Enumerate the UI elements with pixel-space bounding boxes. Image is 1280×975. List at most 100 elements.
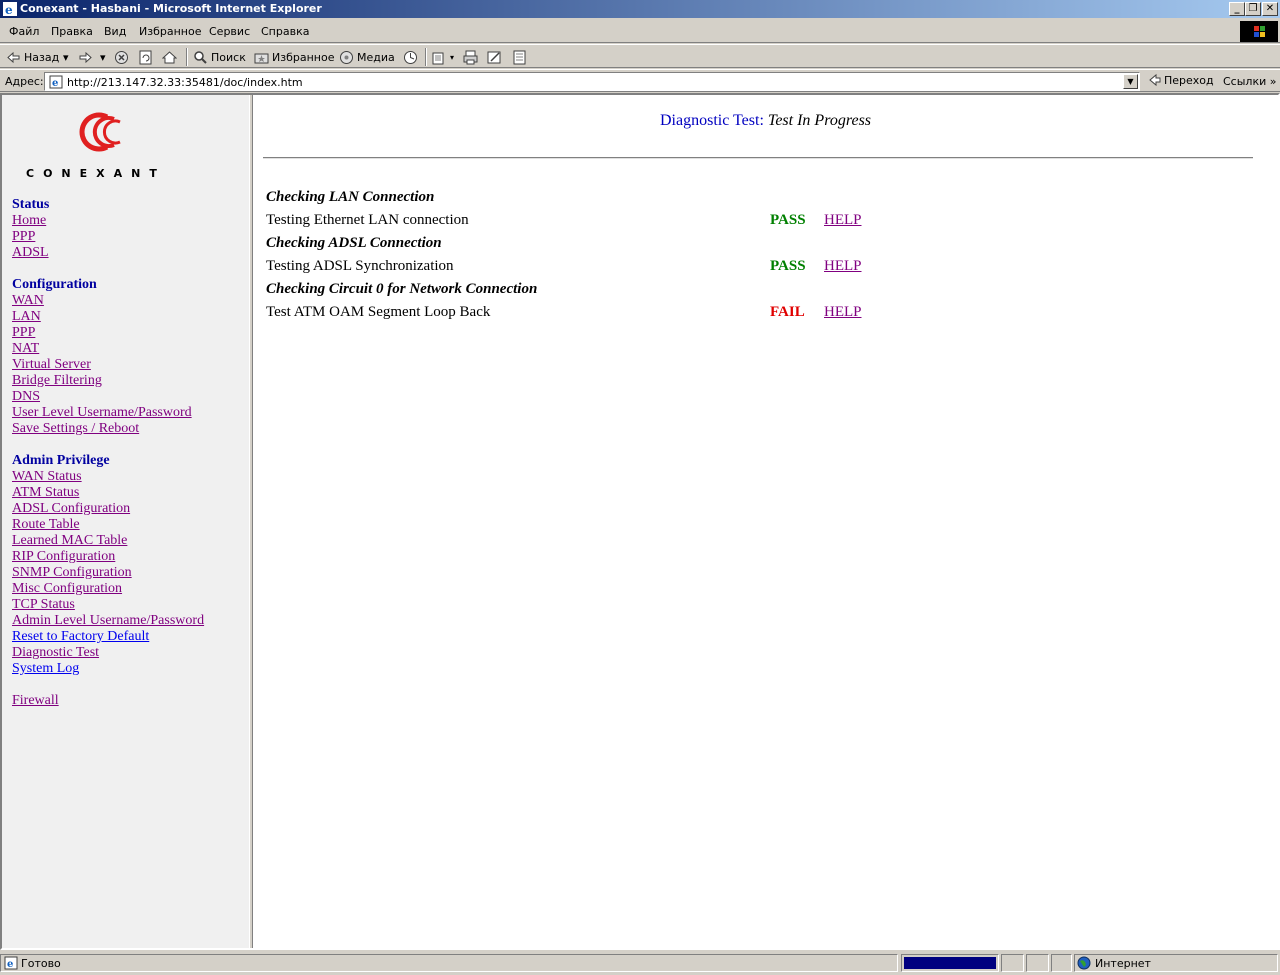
nav-admin-diagnostic-test[interactable]: Diagnostic Test <box>12 645 99 661</box>
nav-status-ppp[interactable]: PPP <box>12 229 35 245</box>
help-link-adsl[interactable]: HELP <box>824 258 862 275</box>
discuss-icon <box>513 50 526 64</box>
menu-edit[interactable]: Правка <box>51 25 93 38</box>
minimize-button[interactable]: _ <box>1229 2 1245 16</box>
progress-bar <box>904 957 996 969</box>
links-button[interactable]: Ссылки » <box>1223 75 1276 88</box>
status-bar: e Готово Интернет <box>0 951 1280 975</box>
nav-config-lan[interactable]: LAN <box>12 309 41 325</box>
test-result-adsl: PASS <box>770 258 806 274</box>
status-panel <box>1001 954 1024 972</box>
back-button[interactable]: Назад <box>6 49 59 65</box>
go-arrow-icon <box>1149 73 1161 87</box>
menu-help[interactable]: Справка <box>261 25 309 38</box>
toolbar-separator <box>425 48 427 66</box>
help-link-lan[interactable]: HELP <box>824 212 862 229</box>
address-url: http://213.147.32.33:35481/doc/index.htm <box>67 76 303 89</box>
forward-arrow-icon <box>79 51 92 63</box>
address-bar: Адрес: e http://213.147.32.33:35481/doc/… <box>0 69 1280 92</box>
internet-explorer-icon: e <box>3 2 17 16</box>
help-link-atm-oam[interactable]: HELP <box>824 304 862 321</box>
discuss-button[interactable] <box>512 49 527 65</box>
nav-admin-route-table[interactable]: Route Table <box>12 517 80 533</box>
menu-bar: Файл Правка Вид Избранное Сервис Справка <box>0 20 1280 43</box>
nav-config-ppp[interactable]: PPP <box>12 325 35 341</box>
toolbar-separator <box>186 48 188 66</box>
nav-admin-wan-status[interactable]: WAN Status <box>12 469 82 485</box>
conexant-logo <box>79 112 121 152</box>
nav-config-save-reboot[interactable]: Save Settings / Reboot <box>12 421 139 437</box>
favorites-label: Избранное <box>272 50 335 64</box>
address-input[interactable]: e http://213.147.32.33:35481/doc/index.h… <box>44 72 1140 91</box>
nav-status-adsl[interactable]: ADSL <box>12 245 49 261</box>
back-dropdown-icon[interactable]: ▾ <box>63 49 69 65</box>
nav-admin-snmp-configuration[interactable]: SNMP Configuration <box>12 565 132 581</box>
edit-button[interactable] <box>487 49 502 65</box>
mail-icon <box>432 52 444 64</box>
nav-admin-factory-reset[interactable]: Reset to Factory Default <box>12 629 149 645</box>
page-title: Diagnostic Test: Test In Progress <box>253 112 1278 130</box>
search-button[interactable]: Поиск <box>193 49 246 65</box>
test-result-atm-oam: FAIL <box>770 304 805 320</box>
forward-dropdown-icon[interactable]: ▾ <box>100 49 106 65</box>
refresh-icon <box>139 50 152 64</box>
main-frame: Diagnostic Test: Test In Progress Checki… <box>253 95 1278 948</box>
test-name-lan: Testing Ethernet LAN connection <box>266 212 469 228</box>
menu-favorites[interactable]: Избранное <box>139 25 201 38</box>
media-icon <box>340 50 353 64</box>
media-label: Медиа <box>357 50 395 64</box>
browser-content: CONEXANT Status Home PPP ADSL Configurat… <box>0 93 1280 950</box>
nav-admin-tcp-status[interactable]: TCP Status <box>12 597 75 613</box>
nav-config-bridge-filtering[interactable]: Bridge Filtering <box>12 373 102 389</box>
nav-admin-mac-table[interactable]: Learned MAC Table <box>12 533 127 549</box>
address-dropdown-icon[interactable]: ▼ <box>1123 74 1138 89</box>
history-button[interactable] <box>403 49 418 65</box>
mail-dropdown-icon: ▾ <box>450 52 455 62</box>
stop-button[interactable] <box>114 49 129 65</box>
menu-view[interactable]: Вид <box>104 25 126 38</box>
chevron-right-icon: » <box>1269 75 1277 88</box>
nav-config-user-password[interactable]: User Level Username/Password <box>12 405 192 421</box>
print-button[interactable] <box>463 49 478 65</box>
test-name-atm-oam: Test ATM OAM Segment Loop Back <box>266 304 491 320</box>
window-title: Conexant - Hasbani - Microsoft Internet … <box>20 2 322 15</box>
search-label: Поиск <box>211 50 246 64</box>
menu-file[interactable]: Файл <box>9 25 39 38</box>
home-button[interactable] <box>162 49 177 65</box>
zone-text: Интернет <box>1095 957 1151 970</box>
favorites-button[interactable]: Избранное <box>254 49 334 65</box>
sidebar-frame: CONEXANT Status Home PPP ADSL Configurat… <box>2 95 249 948</box>
test-result-lan: PASS <box>770 212 806 228</box>
nav-admin-system-log[interactable]: System Log <box>12 661 79 677</box>
nav-admin-admin-password[interactable]: Admin Level Username/Password <box>12 613 204 629</box>
forward-button[interactable] <box>78 49 93 65</box>
nav-firewall[interactable]: Firewall <box>12 693 59 709</box>
nav-admin-adsl-configuration[interactable]: ADSL Configuration <box>12 501 130 517</box>
close-button[interactable]: ✕ <box>1262 2 1278 16</box>
refresh-button[interactable] <box>138 49 153 65</box>
nav-admin-atm-status[interactable]: ATM Status <box>12 485 79 501</box>
nav-config-dns[interactable]: DNS <box>12 389 40 405</box>
status-text-panel: e Готово <box>0 954 898 972</box>
go-button[interactable]: Переход <box>1148 73 1214 87</box>
mail-button[interactable]: ▾ <box>432 49 454 65</box>
nav-config-virtual-server[interactable]: Virtual Server <box>12 357 91 373</box>
nav-admin-rip-configuration[interactable]: RIP Configuration <box>12 549 115 565</box>
nav-config-nat[interactable]: NAT <box>12 341 39 357</box>
progress-panel <box>901 954 999 972</box>
address-label: Адрес: <box>5 75 44 88</box>
go-label: Переход <box>1164 73 1214 87</box>
stop-icon <box>115 50 128 64</box>
nav-config-wan[interactable]: WAN <box>12 293 44 309</box>
restore-button[interactable]: ❐ <box>1245 2 1261 16</box>
nav-admin-misc-configuration[interactable]: Misc Configuration <box>12 581 122 597</box>
search-icon <box>194 50 207 64</box>
page-title-status: Test In Progress <box>767 112 872 129</box>
horizontal-rule <box>263 157 1253 159</box>
status-panel <box>1051 954 1072 972</box>
check-heading-adsl: Checking ADSL Connection <box>266 235 442 251</box>
media-button[interactable]: Медиа <box>339 49 395 65</box>
menu-tools[interactable]: Сервис <box>209 25 250 38</box>
back-label: Назад <box>24 50 60 64</box>
nav-status-home[interactable]: Home <box>12 213 46 229</box>
